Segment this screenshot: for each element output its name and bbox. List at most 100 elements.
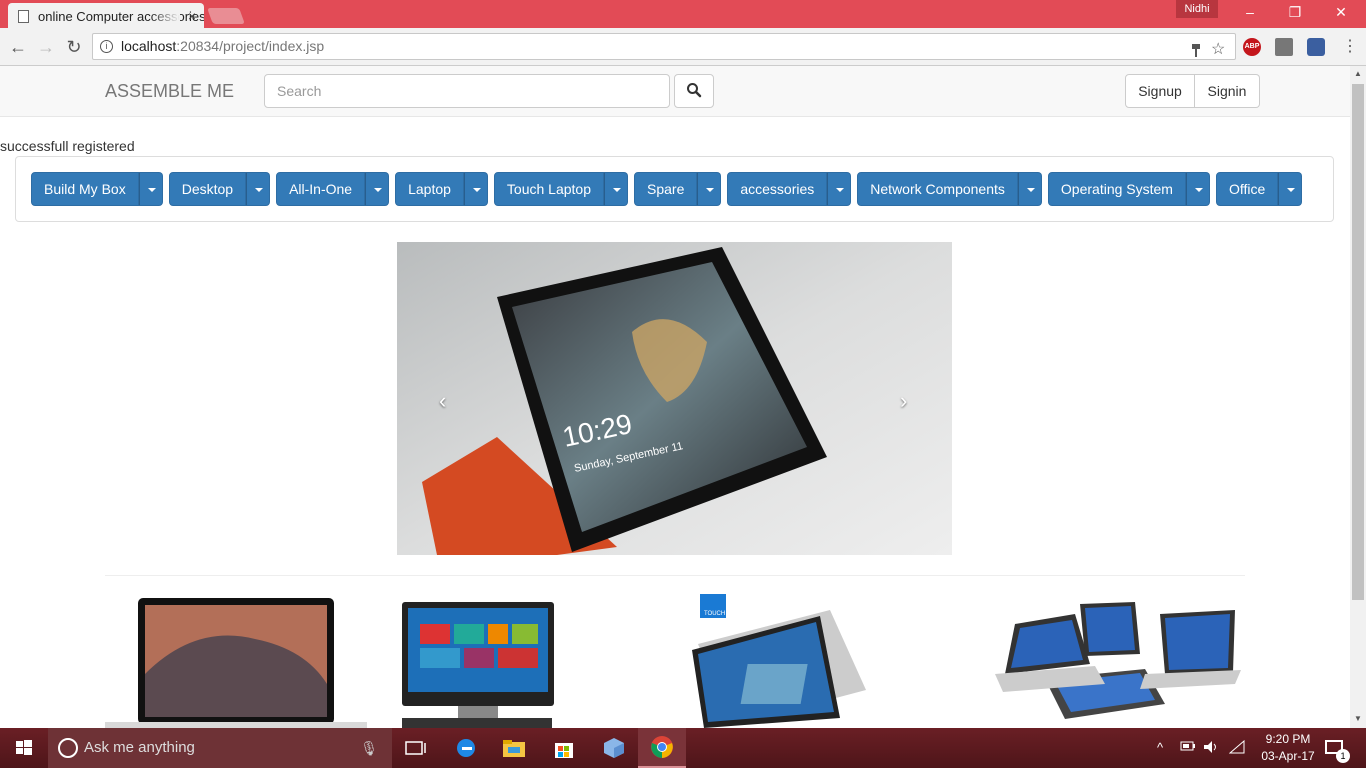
profile-name[interactable]: Nidhi (1176, 0, 1218, 18)
dropdown-caret-icon[interactable] (1017, 172, 1042, 206)
search-button[interactable] (674, 74, 714, 108)
dropdown-caret-icon[interactable] (365, 172, 390, 206)
category-network-components: Network Components (857, 172, 1042, 206)
cortana-placeholder: Ask me anything (84, 739, 195, 756)
key-icon[interactable] (1191, 40, 1201, 65)
adblock-icon[interactable]: ABP (1243, 38, 1261, 56)
cortana-search[interactable]: Ask me anything 🎙 (48, 728, 392, 768)
category-menu: Build My Box Desktop All-In-One Laptop T… (31, 172, 1303, 206)
notification-badge: 1 (1336, 749, 1350, 763)
url-host: localhost (121, 38, 177, 54)
category-touch-laptop: Touch Laptop (493, 172, 628, 206)
scroll-thumb[interactable] (1352, 84, 1364, 600)
scroll-down-icon[interactable]: ▼ (1350, 714, 1366, 723)
battery-icon[interactable] (1180, 740, 1196, 755)
clock-time: 9:20 PM (1265, 732, 1311, 746)
taskbar-clock[interactable]: 9:20 PM 03-Apr-17 (1258, 731, 1318, 765)
category-button[interactable]: Laptop (395, 172, 464, 206)
dropdown-caret-icon[interactable] (138, 172, 163, 206)
windows-logo-icon (16, 740, 32, 755)
file-explorer-icon[interactable] (490, 728, 538, 768)
site-navbar: ASSEMBLE ME Signup Signin (0, 66, 1350, 117)
page-viewport: ASSEMBLE ME Signup Signin successfull re… (0, 66, 1350, 728)
category-laptop: Laptop (395, 172, 488, 206)
carousel-prev-button[interactable]: ‹ (439, 388, 446, 414)
star-icon[interactable]: ☆ (1211, 37, 1225, 62)
tray-chevron-icon[interactable]: ^ (1157, 740, 1163, 755)
category-button[interactable]: Spare (634, 172, 698, 206)
category-button[interactable]: Office (1215, 172, 1279, 206)
dropdown-caret-icon[interactable] (697, 172, 722, 206)
carousel-image: 10:29 Sunday, September 11 (397, 242, 952, 555)
clock-date: 03-Apr-17 (1261, 749, 1315, 763)
tab-close-icon[interactable]: × (188, 8, 196, 24)
extension-icon[interactable] (1275, 38, 1293, 56)
start-button[interactable] (0, 728, 48, 768)
category-button[interactable]: Network Components (857, 172, 1018, 206)
category-operating-system: Operating System (1047, 172, 1210, 206)
category-panel: Build My Box Desktop All-In-One Laptop T… (15, 156, 1334, 222)
info-icon[interactable]: i (100, 40, 113, 53)
url-path: :20834/project/index.jsp (176, 38, 325, 54)
address-bar[interactable]: i localhost:20834/project/index.jsp ☆ (92, 33, 1236, 60)
category-button[interactable]: Operating System (1047, 172, 1186, 206)
site-brand[interactable]: ASSEMBLE ME (105, 81, 234, 102)
category-button[interactable]: All-In-One (276, 172, 366, 206)
cube-extension-icon[interactable] (1307, 38, 1325, 56)
store-icon[interactable] (540, 728, 588, 768)
divider (105, 575, 1245, 576)
dropdown-caret-icon[interactable] (1278, 172, 1303, 206)
menu-icon[interactable]: ⋮ (1340, 37, 1360, 57)
microphone-icon[interactable]: 🎙 (360, 728, 378, 768)
browser-tab[interactable]: online Computer accessories × (8, 3, 204, 29)
search-icon (687, 82, 702, 97)
volume-icon[interactable] (1203, 740, 1219, 757)
category-button[interactable]: accessories (727, 172, 828, 206)
browser-toolbar: ← → ↻ i localhost:20834/project/index.js… (0, 28, 1366, 66)
edge-icon[interactable] (442, 728, 490, 768)
windows-taskbar: Ask me anything 🎙 ^ 9:20 PM 03-Apr-17 1 (0, 728, 1366, 768)
category-button[interactable]: Touch Laptop (493, 172, 604, 206)
product-macbook[interactable] (105, 594, 367, 728)
product-convertible-laptops[interactable] (995, 594, 1241, 727)
status-message: successfull registered (0, 138, 135, 154)
scroll-up-icon[interactable]: ▲ (1350, 69, 1366, 78)
category-button[interactable]: Desktop (168, 172, 247, 206)
restore-button[interactable]: ❐ (1280, 4, 1310, 21)
signin-button[interactable]: Signin (1195, 74, 1260, 108)
close-window-button[interactable]: ✕ (1326, 4, 1356, 21)
cortana-icon (58, 738, 78, 758)
dropdown-caret-icon[interactable] (246, 172, 271, 206)
chrome-icon[interactable] (638, 728, 686, 768)
category-office: Office (1215, 172, 1303, 206)
product-all-in-one[interactable] (398, 594, 598, 728)
product-touch-laptop[interactable]: TOUCH (690, 594, 872, 728)
task-view-icon[interactable] (392, 728, 440, 768)
carousel-next-button[interactable]: › (900, 388, 907, 414)
forward-button[interactable]: → (36, 37, 56, 57)
new-tab-button[interactable] (207, 8, 245, 24)
dropdown-caret-icon[interactable] (1185, 172, 1210, 206)
signup-button[interactable]: Signup (1125, 74, 1195, 108)
category-accessories: accessories (727, 172, 852, 206)
virtualbox-icon[interactable] (590, 728, 638, 768)
back-button[interactable]: ← (8, 37, 28, 57)
dropdown-caret-icon[interactable] (604, 172, 628, 206)
wifi-icon[interactable] (1228, 739, 1245, 757)
dropdown-caret-icon[interactable] (463, 172, 488, 206)
action-center-icon[interactable]: 1 (1325, 740, 1350, 763)
category-button[interactable]: Build My Box (31, 172, 139, 206)
category-build-my-box: Build My Box (31, 172, 163, 206)
reload-button[interactable]: ↻ (64, 37, 84, 57)
page-scrollbar[interactable]: ▲ ▼ (1350, 66, 1366, 728)
browser-title-bar: online Computer accessories × Nidhi – ❐ … (0, 0, 1366, 29)
category-all-in-one: All-In-One (276, 172, 390, 206)
touch-badge: TOUCH (704, 611, 725, 617)
page-icon (18, 9, 29, 23)
dropdown-caret-icon[interactable] (827, 172, 852, 206)
hero-carousel[interactable]: 10:29 Sunday, September 11 ‹ › (397, 242, 952, 555)
minimize-button[interactable]: – (1235, 4, 1265, 20)
category-spare: Spare (634, 172, 722, 206)
search-input[interactable] (264, 74, 670, 108)
category-desktop: Desktop (168, 172, 271, 206)
